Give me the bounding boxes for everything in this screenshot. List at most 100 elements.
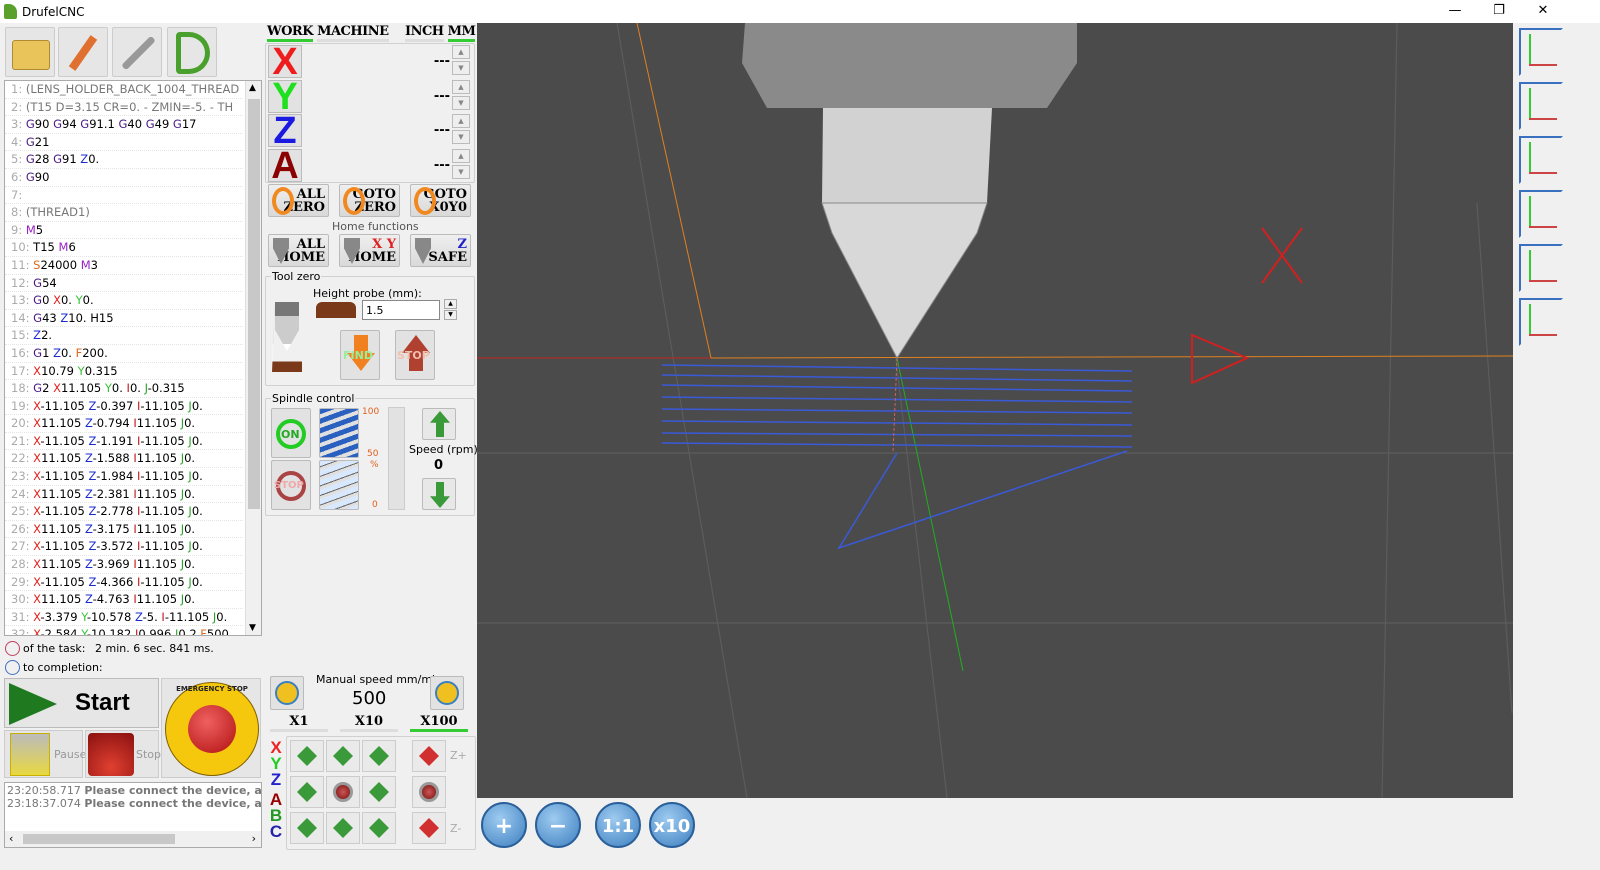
code-line[interactable]: 6: G90: [5, 169, 243, 187]
zero-axis-x-button[interactable]: X: [268, 43, 302, 81]
stop-probe-button[interactable]: STOP: [395, 330, 435, 380]
gcode-listing[interactable]: 1: (LENS_HOLDER_BACK_1004_THREAD 2: (T15 …: [4, 80, 262, 636]
code-line[interactable]: 14: G43 Z10. H15: [5, 310, 243, 328]
code-line[interactable]: 18: G2 X11.105 Y0. I0. J-0.315: [5, 380, 243, 398]
view-xz-button[interactable]: [1519, 82, 1563, 130]
home-button-0[interactable]: ALL HOME: [268, 234, 329, 267]
code-line[interactable]: 32: X-2.584 Y-10.182 I0.996 J0.2 F500: [5, 626, 243, 635]
scroll-thumb[interactable]: [248, 99, 260, 509]
3d-viewport[interactable]: [477, 23, 1513, 798]
jog-down-left-button[interactable]: [290, 812, 324, 844]
edit-gcode-button[interactable]: [58, 27, 108, 77]
log-hscrollbar[interactable]: ‹ ›: [5, 831, 261, 847]
code-line[interactable]: 13: G0 X0. Y0.: [5, 292, 243, 310]
axis-y-decrement[interactable]: ▼: [452, 95, 470, 110]
code-line[interactable]: 25: X-11.105 Z-2.778 I-11.105 J0.: [5, 503, 243, 521]
probe-down-button[interactable]: ▼: [444, 310, 457, 320]
jog-axis-tabs[interactable]: XYZ ABC: [268, 739, 284, 850]
speed-increase-button[interactable]: [430, 676, 464, 710]
jog-down-button[interactable]: [326, 812, 360, 844]
spindle-cw-button[interactable]: [319, 408, 359, 458]
code-line[interactable]: 8: (THREAD1): [5, 204, 243, 222]
spindle-stop-button[interactable]: STOP: [271, 460, 311, 510]
speed-up-button[interactable]: [422, 408, 456, 440]
code-line[interactable]: 11: S24000 M3: [5, 257, 243, 275]
zero-axis-y-button[interactable]: Y: [268, 78, 302, 116]
code-line[interactable]: 23: X-11.105 Z-1.984 I-11.105 J0.: [5, 468, 243, 486]
jog-left-button[interactable]: [290, 776, 324, 808]
probe-up-button[interactable]: ▲: [444, 299, 457, 309]
spindle-speed-slider[interactable]: [388, 407, 405, 510]
view-xy-button[interactable]: [1519, 28, 1563, 76]
scroll-down-icon[interactable]: ▼: [249, 623, 256, 633]
axis-z-increment[interactable]: ▲: [452, 114, 470, 128]
zero-button-0[interactable]: ALL ZERO: [268, 184, 329, 217]
step-x10[interactable]: X10: [340, 714, 398, 732]
jog-up-right-button[interactable]: [362, 740, 396, 772]
spindle-on-button[interactable]: ON: [271, 408, 311, 458]
hscroll-thumb[interactable]: [23, 834, 175, 844]
zoom-in-button[interactable]: +: [481, 802, 527, 848]
axis-x-increment[interactable]: ▲: [452, 45, 470, 59]
home-button-1[interactable]: X Y HOME: [339, 234, 400, 267]
log-panel[interactable]: 23:20:58.717 Please connect the device, …: [4, 782, 262, 848]
zoom-out-button[interactable]: −: [535, 802, 581, 848]
zero-axis-z-button[interactable]: Z: [268, 112, 302, 150]
axis-z-decrement[interactable]: ▼: [452, 130, 470, 144]
code-line[interactable]: 29: X-11.105 Z-4.366 I-11.105 J0.: [5, 574, 243, 592]
code-line[interactable]: 26: X11.105 Z-3.175 I11.105 J0.: [5, 521, 243, 539]
jog-z-down-button[interactable]: [412, 812, 446, 844]
view-yz-button[interactable]: [1519, 136, 1563, 184]
zero-button-1[interactable]: GOTO ZERO: [339, 184, 400, 217]
code-line[interactable]: 27: X-11.105 Z-3.572 I-11.105 J0.: [5, 538, 243, 557]
minimize-button[interactable]: —: [1432, 0, 1478, 23]
code-line[interactable]: 20: X11.105 Z-0.794 I11.105 J0.: [5, 415, 243, 433]
start-button[interactable]: Start: [4, 678, 159, 728]
stop-button[interactable]: Stop: [85, 730, 161, 778]
jog-z-stop-button[interactable]: [412, 776, 446, 808]
zero-button-2[interactable]: GOTO X0Y0: [410, 184, 471, 217]
code-line[interactable]: 16: G1 Z0. F200.: [5, 345, 243, 363]
jog-down-right-button[interactable]: [362, 812, 396, 844]
code-line[interactable]: 3: G90 G94 G91.1 G40 G49 G17: [5, 116, 243, 134]
settings-button[interactable]: [112, 27, 162, 77]
code-line[interactable]: 30: X11.105 Z-4.763 I11.105 J0.: [5, 591, 243, 609]
view-frame-button[interactable]: [1519, 298, 1563, 346]
tab-machine[interactable]: MACHINE: [317, 24, 389, 42]
tab-work[interactable]: WORK: [267, 24, 314, 42]
view-3d-button[interactable]: [1519, 190, 1563, 238]
speed-down-button[interactable]: [422, 478, 456, 510]
zero-axis-a-button[interactable]: A: [268, 147, 302, 185]
step-x100[interactable]: X100: [410, 714, 468, 732]
code-line[interactable]: 12: G54: [5, 275, 243, 293]
code-line[interactable]: 9: M5: [5, 222, 243, 240]
jog-z-up-button[interactable]: [412, 740, 446, 772]
jog-stop-button[interactable]: [326, 776, 360, 808]
scroll-left-icon[interactable]: ‹: [9, 832, 13, 845]
unit-mm[interactable]: MM: [447, 24, 476, 42]
spindle-ccw-button[interactable]: [319, 460, 359, 510]
step-x1[interactable]: X1: [270, 714, 328, 732]
axis-y-increment[interactable]: ▲: [452, 79, 470, 94]
zoom-x10-button[interactable]: x10: [649, 802, 695, 848]
code-line[interactable]: 22: X11.105 Z-1.588 I11.105 J0.: [5, 450, 243, 469]
about-button[interactable]: [167, 27, 217, 77]
code-line[interactable]: 5: G28 G91 Z0.: [5, 151, 243, 169]
restore-button[interactable]: ❐: [1476, 0, 1522, 23]
code-line[interactable]: 1: (LENS_HOLDER_BACK_1004_THREAD: [5, 81, 243, 99]
scroll-right-icon[interactable]: ›: [252, 832, 256, 845]
code-line[interactable]: 2: (T15 D=3.15 CR=0. - ZMIN=-5. - TH: [5, 99, 243, 117]
jog-up-button[interactable]: [326, 740, 360, 772]
find-probe-button[interactable]: FIND: [340, 330, 380, 380]
open-file-button[interactable]: [5, 27, 55, 77]
code-line[interactable]: 17: X10.79 Y0.315: [5, 363, 243, 381]
code-line[interactable]: 24: X11.105 Z-2.381 I11.105 J0.: [5, 486, 243, 504]
code-line[interactable]: 10: T15 M6: [5, 239, 243, 257]
code-line[interactable]: 21: X-11.105 Z-1.191 I-11.105 J0.: [5, 433, 243, 451]
code-line[interactable]: 28: X11.105 Z-3.969 I11.105 J0.: [5, 556, 243, 574]
code-line[interactable]: 4: G21: [5, 134, 243, 152]
view-grid-button[interactable]: [1519, 244, 1563, 292]
jog-up-left-button[interactable]: [290, 740, 324, 772]
close-button[interactable]: ✕: [1520, 0, 1566, 23]
axis-a-decrement[interactable]: ▼: [452, 164, 470, 179]
